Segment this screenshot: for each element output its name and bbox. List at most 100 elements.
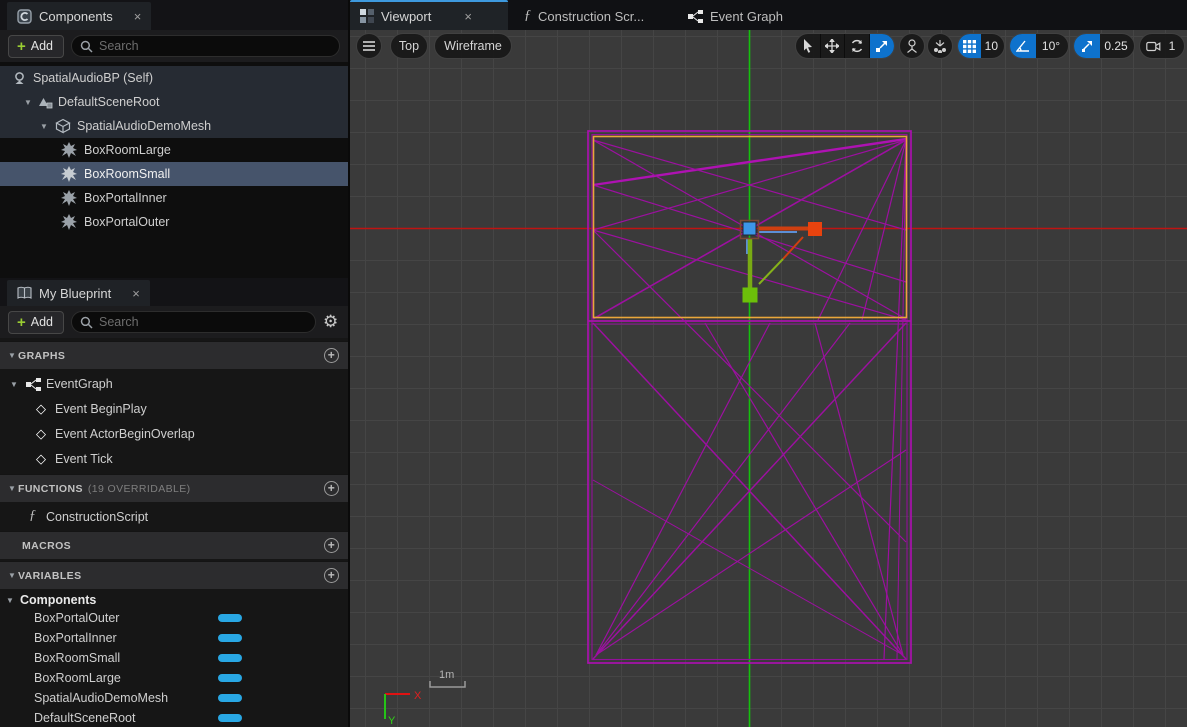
tab-construction-script[interactable]: ƒ Construction Scr...: [514, 2, 654, 30]
hamburger-menu-icon: [363, 41, 375, 51]
row-var-boxportalinner[interactable]: BoxPortalInner: [0, 628, 348, 648]
section-note: (19 OVERRIDABLE): [88, 483, 191, 495]
variable-type-pill[interactable]: [218, 674, 242, 682]
add-blueprint-item-button[interactable]: + Add: [8, 311, 64, 334]
tree-row-self[interactable]: SpatialAudioBP (Self): [0, 66, 348, 90]
chevron-down-icon: ▼: [8, 571, 18, 580]
grid-snap-value[interactable]: 10: [981, 39, 1004, 53]
close-icon[interactable]: ×: [134, 9, 142, 24]
section-graphs[interactable]: ▼ GRAPHS +: [0, 341, 348, 369]
search-icon: [80, 316, 93, 329]
select-tool-button[interactable]: [796, 34, 821, 58]
scale-tool-button[interactable]: [870, 34, 894, 58]
move-icon: [825, 39, 839, 53]
tab-viewport[interactable]: Viewport ×: [350, 0, 508, 30]
tab-event-graph[interactable]: Event Graph: [678, 2, 793, 30]
tab-components[interactable]: Components ×: [7, 2, 151, 30]
section-macros[interactable]: MACROS +: [0, 531, 348, 559]
row-var-boxroomlarge[interactable]: BoxRoomLarge: [0, 668, 348, 688]
tree-label: SpatialAudioBP (Self): [33, 71, 153, 85]
tree-row-defaultsceneroot[interactable]: ▼ DefaultSceneRoot: [0, 90, 348, 114]
tree-row-boxportalinner[interactable]: BoxPortalInner: [0, 186, 348, 210]
add-macro-button[interactable]: +: [324, 538, 339, 553]
rotation-snap-value[interactable]: 10°: [1036, 39, 1068, 53]
grid-snap-toggle[interactable]: [958, 34, 981, 58]
blueprint-editor-window: Components × + Add SpatialAudioBP (Self)…: [0, 0, 1187, 727]
tab-my-blueprint[interactable]: My Blueprint ×: [7, 280, 150, 306]
chevron-down-icon[interactable]: ▼: [6, 596, 16, 605]
rotate-icon: [850, 39, 864, 53]
view-mode-button[interactable]: Top: [390, 33, 428, 59]
box-component-icon: [61, 214, 77, 230]
rotation-snap-toggle[interactable]: [1010, 34, 1036, 58]
viewport-scene: X Y 1m: [350, 30, 1187, 727]
close-icon[interactable]: ×: [132, 286, 140, 301]
row-label: Event Tick: [55, 452, 113, 466]
row-label: Event BeginPlay: [55, 402, 147, 416]
variable-type-pill[interactable]: [218, 614, 242, 622]
add-component-button[interactable]: + Add: [8, 35, 64, 58]
grid-snap-control[interactable]: 10: [957, 33, 1005, 59]
add-button-label: Add: [31, 315, 53, 329]
chevron-down-icon[interactable]: ▼: [24, 98, 34, 107]
variable-label: SpatialAudioDemoMesh: [34, 691, 168, 705]
variable-type-pill[interactable]: [218, 714, 242, 722]
box-component-icon: [61, 166, 77, 182]
viewport-canvas[interactable]: X Y 1m: [350, 30, 1187, 727]
construction-script-icon: ƒ: [524, 8, 531, 24]
chevron-down-icon[interactable]: ▼: [10, 380, 20, 389]
search-input[interactable]: [99, 39, 331, 53]
surface-snapping-button[interactable]: [927, 33, 953, 59]
search-input[interactable]: [99, 315, 307, 329]
tab-viewport-label: Viewport: [381, 9, 431, 24]
viewport-options-button[interactable]: [356, 33, 382, 59]
row-event-tick[interactable]: ◇ Event Tick: [0, 447, 348, 471]
render-mode-button[interactable]: Wireframe: [434, 33, 512, 59]
row-constructionscript[interactable]: ƒ ConstructionScript: [0, 505, 348, 529]
add-graph-button[interactable]: +: [324, 348, 339, 363]
gear-icon[interactable]: ⚙: [323, 312, 338, 332]
row-var-boxportalouter[interactable]: BoxPortalOuter: [0, 608, 348, 628]
row-eventgraph[interactable]: ▼ EventGraph: [0, 372, 348, 396]
camera-speed-control[interactable]: 1: [1139, 33, 1185, 59]
my-blueprint-search[interactable]: [71, 311, 316, 333]
tree-row-boxroomsmall[interactable]: BoxRoomSmall: [0, 162, 348, 186]
components-search[interactable]: [71, 35, 340, 57]
add-variable-button[interactable]: +: [324, 568, 339, 583]
variable-type-pill[interactable]: [218, 654, 242, 662]
section-functions[interactable]: ▼ FUNCTIONS (19 OVERRIDABLE) +: [0, 474, 348, 502]
tree-label: DefaultSceneRoot: [58, 95, 159, 109]
scale-snap-toggle[interactable]: [1074, 34, 1100, 58]
row-event-actorbeginoverlap[interactable]: ◇ Event ActorBeginOverlap: [0, 422, 348, 446]
chevron-down-icon[interactable]: ▼: [40, 122, 50, 131]
row-label: EventGraph: [46, 377, 113, 391]
tree-row-boxroomlarge[interactable]: BoxRoomLarge: [0, 138, 348, 162]
rotation-snap-control[interactable]: 10°: [1009, 33, 1069, 59]
event-icon: ◇: [36, 451, 46, 467]
my-blueprint-tabstrip: My Blueprint ×: [0, 278, 348, 306]
row-variables-category[interactable]: ▼ Components: [0, 590, 348, 610]
row-var-spatialaudiodemomesh[interactable]: SpatialAudioDemoMesh: [0, 688, 348, 708]
camera-speed-value[interactable]: 1: [1166, 39, 1184, 53]
cursor-icon: [802, 39, 814, 53]
row-event-beginplay[interactable]: ◇ Event BeginPlay: [0, 397, 348, 421]
section-variables[interactable]: ▼ VARIABLES +: [0, 561, 348, 589]
tree-row-spatialaudiodemomesh[interactable]: ▼ SpatialAudioDemoMesh: [0, 114, 348, 138]
row-var-defaultsceneroot[interactable]: DefaultSceneRoot: [0, 708, 348, 727]
variable-type-pill[interactable]: [218, 634, 242, 642]
tree-row-boxportalouter[interactable]: BoxPortalOuter: [0, 210, 348, 234]
event-icon: ◇: [36, 426, 46, 442]
add-function-button[interactable]: +: [324, 481, 339, 496]
row-var-boxroomsmall[interactable]: BoxRoomSmall: [0, 648, 348, 668]
rotate-tool-button[interactable]: [845, 34, 870, 58]
scale-snap-value[interactable]: 0.25: [1100, 39, 1134, 53]
coordinate-system-button[interactable]: [899, 33, 925, 59]
variable-label: BoxPortalInner: [34, 631, 117, 645]
components-tab-icon: [17, 9, 32, 24]
scale-arrow-icon: [1081, 40, 1093, 52]
scale-snap-control[interactable]: 0.25: [1073, 33, 1135, 59]
components-tree: SpatialAudioBP (Self) ▼ DefaultSceneRoot…: [0, 62, 348, 278]
variable-type-pill[interactable]: [218, 694, 242, 702]
move-tool-button[interactable]: [821, 34, 846, 58]
close-icon[interactable]: ×: [464, 9, 472, 24]
